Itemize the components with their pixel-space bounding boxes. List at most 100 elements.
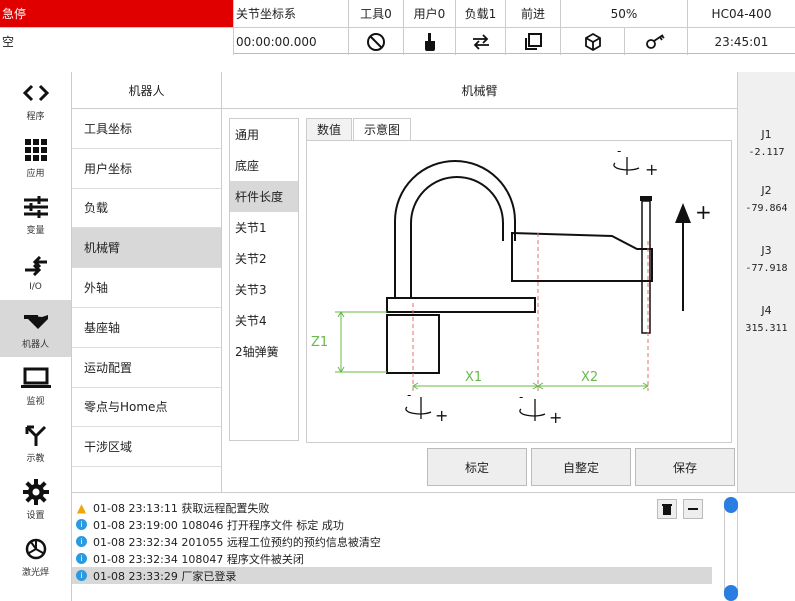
z1-label: Z1 <box>311 335 328 350</box>
joint-value: -79.864 <box>745 203 788 214</box>
tab-diagram[interactable]: 示意图 <box>353 118 412 140</box>
nav-settings-label: 设置 <box>26 511 45 521</box>
svg-text:+: + <box>435 406 448 425</box>
svg-text:-: - <box>617 144 621 158</box>
log-scrollbar[interactable] <box>724 497 738 601</box>
x2-label: X2 <box>581 370 598 385</box>
hand-mode-button[interactable] <box>403 28 455 55</box>
submenu-item-external-axis[interactable]: 外轴 <box>72 268 221 308</box>
param-item-joint2[interactable]: 关节2 <box>230 243 298 274</box>
laptop-icon <box>20 367 51 388</box>
submenu-item-motion-config[interactable]: 运动配置 <box>72 348 221 388</box>
laser-weld-icon <box>25 538 46 560</box>
cube-icon <box>584 32 601 51</box>
log-entry[interactable]: i 01-08 23:33:29 厂家已登录 <box>72 567 712 584</box>
nav-teach[interactable]: 示教 <box>0 414 71 471</box>
log-text: 01-08 23:19:00 108046 打开程序文件 标定 成功 <box>93 518 344 532</box>
disable-button[interactable] <box>348 28 403 55</box>
key-button[interactable] <box>624 28 687 55</box>
nav-application[interactable]: 应用 <box>0 129 71 186</box>
joint-j3: J3 -77.918 <box>738 244 795 274</box>
log-entry[interactable]: i 01-08 23:32:34 108047 程序文件被关闭 <box>72 550 795 567</box>
scara-arm-illustration: Z1 X1 X2 + - + - + - + <box>311 144 712 427</box>
svg-text:+: + <box>695 200 712 224</box>
scara-diagram: Z1 X1 X2 + - + - + - + <box>306 140 732 443</box>
param-item-joint4[interactable]: 关节4 <box>230 305 298 336</box>
param-item-link-length[interactable]: 杆件长度 <box>230 181 298 212</box>
submenu-item-user-frame[interactable]: 用户坐标 <box>72 149 221 189</box>
param-item-joint1[interactable]: 关节1 <box>230 212 298 243</box>
minus-icon <box>688 508 698 510</box>
submenu-item-interference-zone[interactable]: 干涉区域 <box>72 427 221 468</box>
cube-button[interactable] <box>560 28 624 55</box>
page-title: 机械臂 <box>222 72 737 109</box>
joint-value: -77.918 <box>745 263 788 274</box>
load-selector[interactable]: 负载1 <box>455 0 505 27</box>
scroll-down-button[interactable] <box>724 585 738 601</box>
nav-variables[interactable]: 变量 <box>0 186 71 243</box>
nav-robot-label: 机器人 <box>21 340 49 350</box>
svg-text:-: - <box>407 388 411 402</box>
log-text: 01-08 23:32:34 201055 远程工位预约的预约信息被清空 <box>93 535 381 549</box>
info-icon: i <box>76 536 87 547</box>
x1-label: X1 <box>465 370 482 385</box>
clear-log-button[interactable] <box>657 499 677 519</box>
robot-model: HC04-400 <box>687 0 795 27</box>
joint-name: J4 <box>761 304 772 317</box>
teach-arrow-icon <box>25 425 46 446</box>
coordinate-system-selector[interactable]: 关节坐标系 <box>233 0 348 27</box>
save-button[interactable]: 保存 <box>635 448 735 486</box>
param-item-general[interactable]: 通用 <box>230 119 298 150</box>
submenu-item-base-axis[interactable]: 基座轴 <box>72 308 221 348</box>
param-item-base[interactable]: 底座 <box>230 150 298 181</box>
svg-text:+: + <box>645 160 658 179</box>
nav-io[interactable]: I/O <box>0 243 71 300</box>
joint-name: J3 <box>761 244 772 257</box>
scroll-up-button[interactable] <box>724 497 738 513</box>
submenu-item-zero-home[interactable]: 零点与Home点 <box>72 388 221 428</box>
sliders-icon <box>23 196 48 218</box>
joint-position-panel: J1 -2.117 J2 -79.864 J3 -77.918 J4 315.3… <box>737 72 795 492</box>
submenu-item-load[interactable]: 负载 <box>72 189 221 229</box>
nav-monitor[interactable]: 监视 <box>0 357 71 414</box>
io-arrows-icon <box>24 255 47 276</box>
nav-monitor-label: 监视 <box>26 397 45 407</box>
joint-j2: J2 -79.864 <box>738 184 795 214</box>
repeat-icon <box>472 33 489 50</box>
main-navigation: 程序 应用 变量 I/O 机器人 监视 示教 设置 激光焊 <box>0 72 72 601</box>
nav-settings[interactable]: 设置 <box>0 471 71 528</box>
collapse-log-button[interactable] <box>683 499 703 519</box>
speed-selector[interactable]: 50% <box>560 0 687 27</box>
tab-values[interactable]: 数值 <box>306 118 353 140</box>
estop-status: 急停 <box>0 0 233 27</box>
submenu-item-arm[interactable]: 机械臂 <box>72 228 221 269</box>
run-mode: 空 <box>0 28 233 55</box>
info-icon: i <box>76 570 87 581</box>
action-buttons: 标定 自整定 保存 <box>423 448 735 486</box>
copy-button[interactable] <box>505 28 560 55</box>
nav-application-label: 应用 <box>26 169 45 179</box>
calibrate-button[interactable]: 标定 <box>427 448 527 486</box>
gear-icon <box>22 479 49 505</box>
nav-program[interactable]: 程序 <box>0 72 71 129</box>
warning-icon: ▲ <box>76 500 87 515</box>
view-tabs: 数值 示意图 <box>306 118 412 140</box>
submenu-item-tool-frame[interactable]: 工具坐标 <box>72 109 221 149</box>
status-bar: 急停 关节坐标系 工具0 用户0 负载1 前进 50% HC04-400 空 0… <box>0 0 795 55</box>
joint-value: -2.117 <box>748 147 785 158</box>
user-frame-selector[interactable]: 用户0 <box>403 0 455 27</box>
nav-io-label: I/O <box>29 281 42 292</box>
direction-selector[interactable]: 前进 <box>505 0 560 27</box>
joint-name: J1 <box>761 128 772 141</box>
cycle-mode-button[interactable] <box>455 28 505 55</box>
joint-name: J2 <box>761 184 772 197</box>
nav-robot[interactable]: 机器人 <box>0 300 71 357</box>
cycle-timer: 00:00:00.000 <box>233 28 348 55</box>
log-entry[interactable]: i 01-08 23:32:34 201055 远程工位预约的预约信息被清空 <box>72 533 795 550</box>
param-item-joint3[interactable]: 关节3 <box>230 274 298 305</box>
nav-laser-weld[interactable]: 激光焊 <box>0 528 71 585</box>
param-item-axis2-spring[interactable]: 2轴弹簧 <box>230 336 298 367</box>
nav-laser-weld-label: 激光焊 <box>21 568 49 578</box>
tool-selector[interactable]: 工具0 <box>348 0 403 27</box>
auto-tune-button[interactable]: 自整定 <box>531 448 631 486</box>
